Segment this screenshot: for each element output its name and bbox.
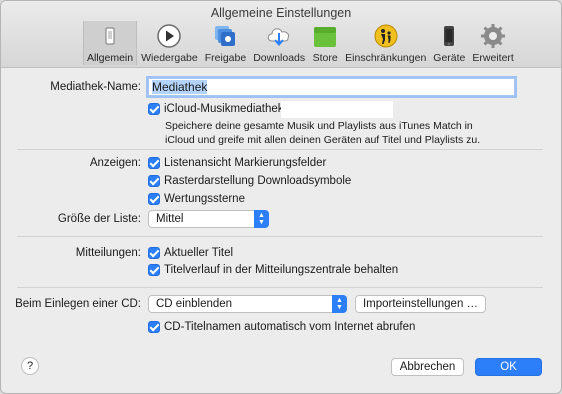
tab-einschraenkungen[interactable]: Einschränkungen [342,21,429,65]
display-label: Anzeigen: [89,157,141,169]
icloud-checkbox[interactable] [148,103,160,115]
icloud-description: Speichere deine gesamte Musik und Playli… [165,120,481,146]
divider [17,236,543,237]
tab-freigabe[interactable]: Freigabe [202,21,249,65]
tab-store[interactable]: Store [309,21,341,65]
tab-label: Erweitert [472,52,514,64]
gear-icon [481,24,506,48]
tab-label: Wiedergabe [141,52,198,64]
phone-switch-icon [105,27,115,45]
notification-option-label: Titelverlauf in der Mitteilungszentrale … [164,264,399,276]
parental-controls-icon [374,24,398,48]
help-button[interactable]: ? [21,357,39,375]
divider [17,149,543,150]
notification-option: Aktueller Titel [148,247,233,259]
tab-wiedergabe[interactable]: Wiedergabe [138,21,201,65]
play-icon [157,24,182,48]
display-option-label: Rasterdarstellung Downloadsymbole [164,175,352,187]
cd-action-value: CD einblenden [156,298,233,310]
cd-action-popup[interactable]: CD einblenden ▲ ▼ [148,295,347,313]
tab-allgemein[interactable]: Allgemein [83,21,138,65]
notification-option-checkbox[interactable] [148,264,160,276]
display-option-label: Wertungssterne [164,193,245,205]
cd-autoname-row: CD-Titelnamen automatisch vom Internet a… [148,321,415,333]
display-option-checkbox[interactable] [148,175,160,187]
popup-arrows-icon: ▲ ▼ [254,210,269,228]
cd-autoname-label: CD-Titelnamen automatisch vom Internet a… [164,321,416,333]
cd-autoname-checkbox[interactable] [148,321,160,333]
divider [17,287,543,288]
display-option-label: Listenansicht Markierungsfelder [164,157,327,169]
list-size-value: Mittel [156,213,184,225]
display-option: Wertungssterne [148,193,245,205]
window-title: Allgemeine Einstellungen [210,6,352,20]
preferences-toolbar: Allgemein Wiedergabe Freigabe Downloads … [83,21,518,67]
preferences-content: Mediathek-Name: Mediathek iCloud-Musikme… [1,67,561,393]
display-option-checkbox[interactable] [148,193,160,205]
notification-option-label: Aktueller Titel [164,247,234,259]
store-icon [314,27,337,47]
library-name-label: Mediathek-Name: [50,81,141,93]
library-name-field[interactable]: Mediathek [148,78,515,96]
tab-label: Freigabe [204,52,247,64]
tab-downloads[interactable]: Downloads [250,21,308,65]
tab-label: Einschränkungen [345,52,427,64]
display-option: Listenansicht Markierungsfelder [148,157,326,169]
notifications-label: Mitteilungen: [75,247,141,259]
tab-label: Downloads [253,52,306,64]
tab-label: Allgemein [87,52,134,64]
sharing-icon [215,26,236,46]
titlebar: Allgemeine Einstellungen Allgemein Wiede… [1,1,561,68]
download-cloud-icon [267,28,290,47]
tab-label: Store [312,52,338,64]
ok-button[interactable]: OK [475,358,542,376]
icloud-row: iCloud-Musikmediathek [148,103,284,115]
icloud-label: iCloud-Musikmediathek [164,103,284,115]
device-icon [444,26,455,46]
library-name-value: Mediathek [152,80,208,94]
list-size-popup[interactable]: Mittel ▲ ▼ [148,210,269,228]
display-option-checkbox[interactable] [148,157,160,169]
list-size-label: Größe der Liste: [57,213,141,225]
tab-label: Geräte [433,52,466,64]
tab-geraete[interactable]: Geräte [430,21,468,65]
display-option: Rasterdarstellung Downloadsymbole [148,175,351,187]
cd-insert-label: Beim Einlegen einer CD: [15,298,141,310]
redacted-area [281,101,393,118]
notification-option: Titelverlauf in der Mitteilungszentrale … [148,264,398,276]
preferences-window: Allgemeine Einstellungen Allgemein Wiede… [0,0,562,394]
import-settings-button[interactable]: Importeinstellungen … [355,295,486,313]
tab-erweitert[interactable]: Erweitert [469,21,516,65]
cancel-button[interactable]: Abbrechen [391,358,464,376]
notification-option-checkbox[interactable] [148,247,160,259]
popup-arrows-icon: ▲ ▼ [332,295,347,313]
